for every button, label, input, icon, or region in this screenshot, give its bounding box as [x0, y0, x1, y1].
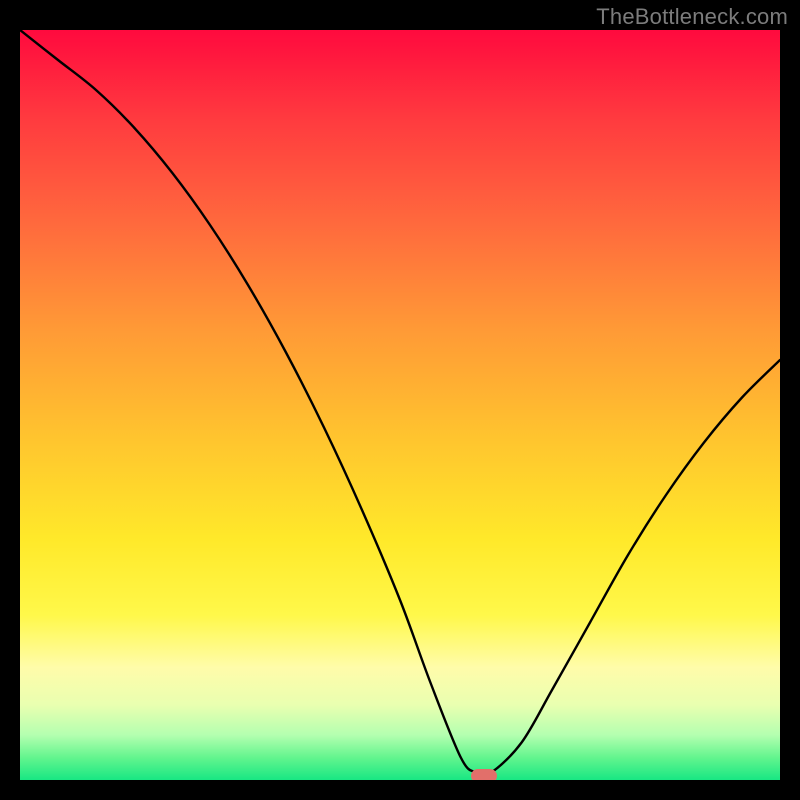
optimal-marker	[471, 769, 497, 781]
bottleneck-curve	[20, 30, 780, 780]
plot-area	[20, 30, 780, 780]
chart-container: TheBottleneck.com	[0, 0, 800, 800]
attribution-text: TheBottleneck.com	[596, 4, 788, 30]
